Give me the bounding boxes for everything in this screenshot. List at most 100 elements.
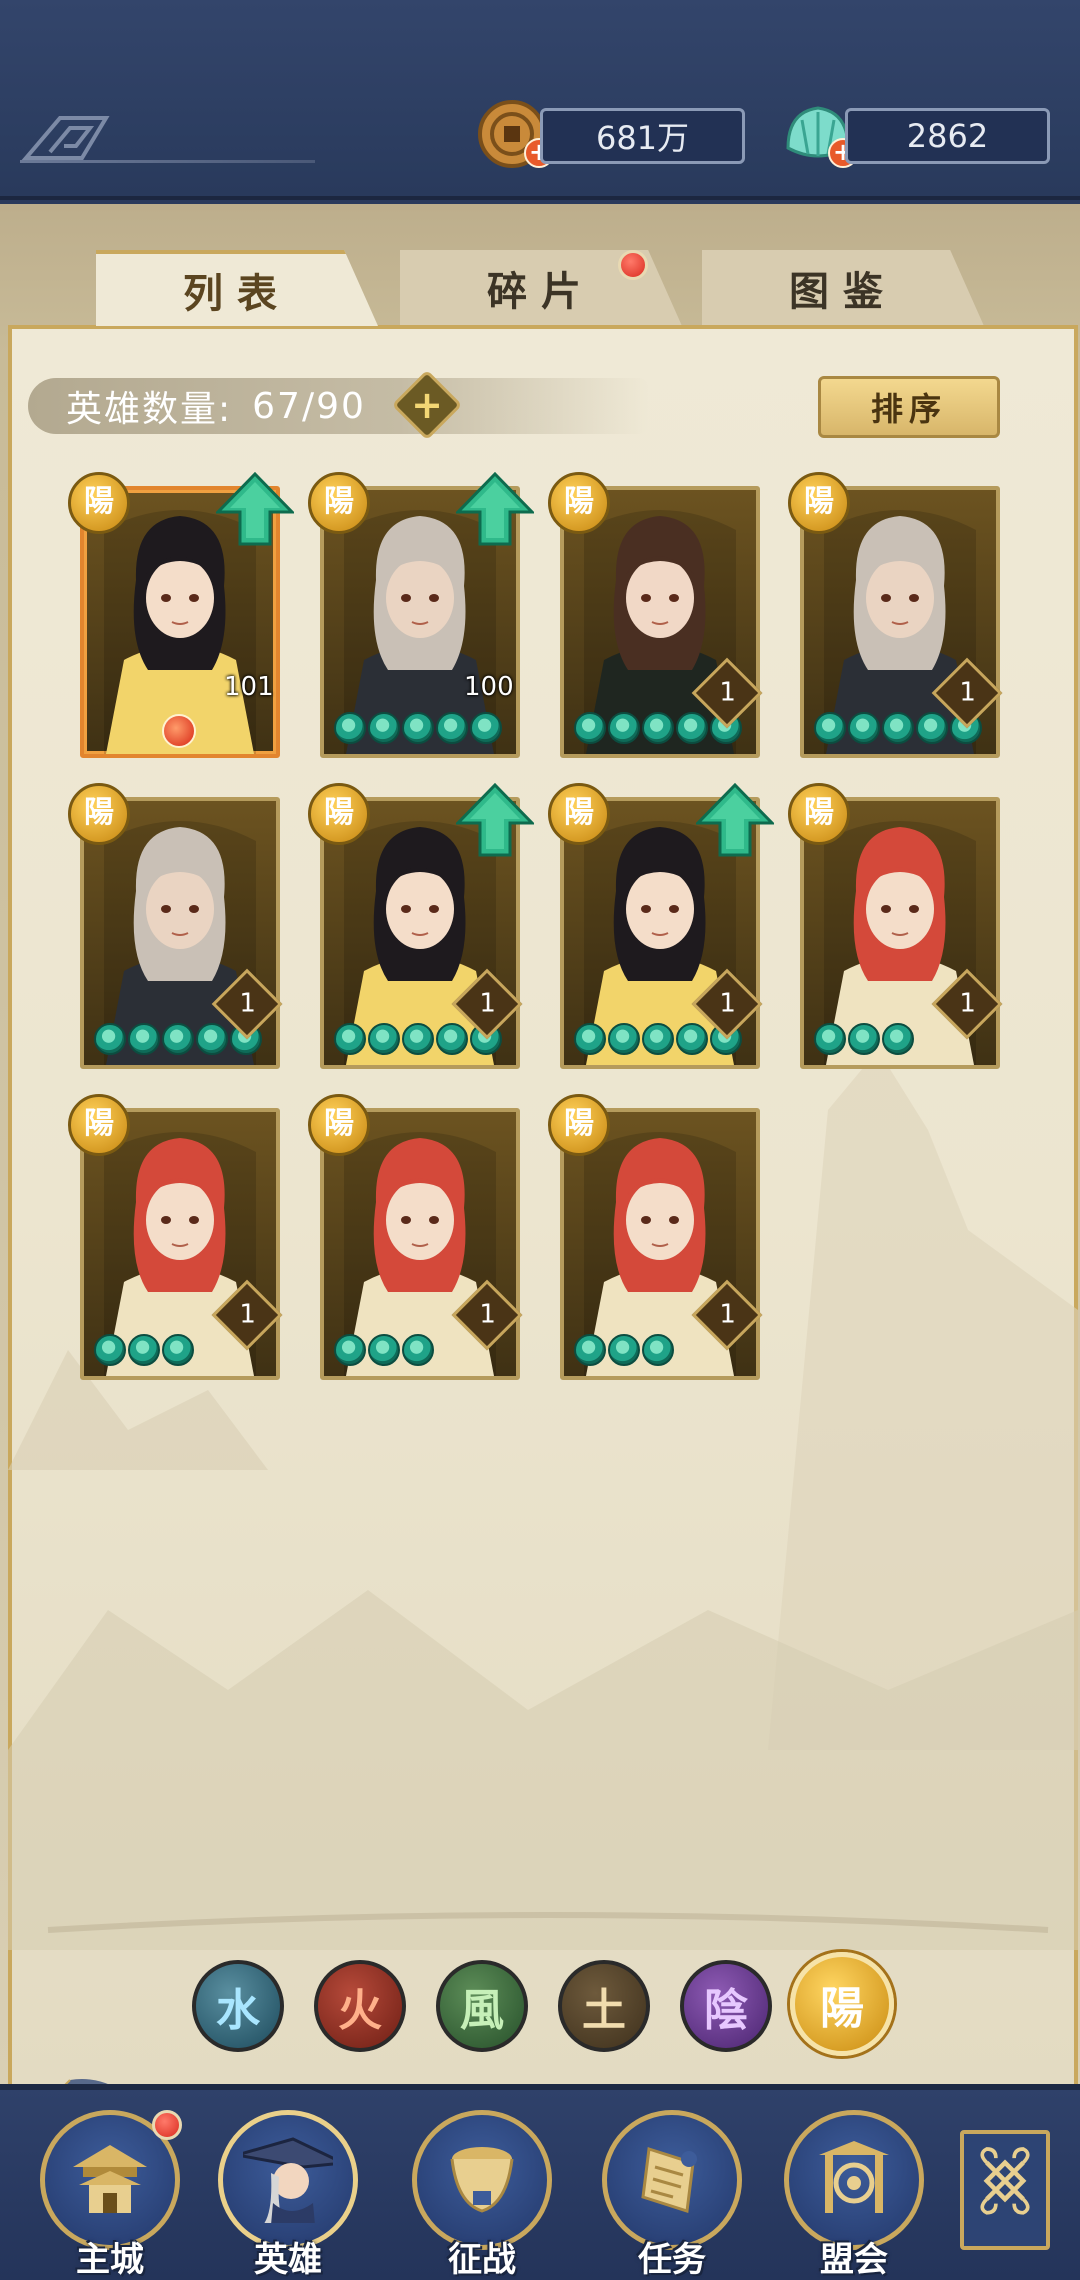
filter-earth-button[interactable]: 土 [558,1960,650,2052]
jade-star-icon [436,712,468,744]
jade-star-icon [814,1023,846,1055]
jade-star-icon [94,1023,126,1055]
fire-element-icon [162,714,196,748]
filter-wind-button[interactable]: 風 [436,1960,528,2052]
jade-star-icon [642,1334,674,1366]
jade-star-icon [574,1334,606,1366]
yang-faction-badge: 陽 [308,472,370,534]
upgrade-arrow-icon [456,472,534,546]
coins-display: 681万 [540,108,745,164]
jade-star-icon [642,712,674,744]
hero-count-label: 英雄数量: [66,389,233,430]
jade-star-icon [608,712,640,744]
jade-star-icon [848,712,880,744]
tab-list-label: 列表 [183,270,291,317]
scroll-task-icon [641,2147,697,2213]
sort-button[interactable]: 排序 [818,376,1000,438]
jade-star-icon [574,712,606,744]
nav-tasks-label: 任务 [638,2240,706,2280]
yang-faction-badge: 陽 [548,783,610,845]
hero-level: 1 [479,988,496,1019]
tab-fragments-label: 碎片 [487,268,595,315]
jade-star-icon [608,1023,640,1055]
hero-star-rating [334,712,502,744]
hero-portrait-icon [243,2137,333,2223]
filter-yang-button[interactable]: 陽 [790,1952,894,2056]
hero-star-rating [94,1334,194,1366]
nav-guild-button[interactable] [784,2110,924,2250]
jade-display: 2862 [845,108,1050,164]
yang-faction-badge: 陽 [788,783,850,845]
jade-star-icon [814,712,846,744]
jade-star-icon [402,712,434,744]
hero-level: 1 [959,677,976,708]
hero-star-rating [334,1334,434,1366]
jade-star-icon [94,1334,126,1366]
upgrade-arrow-icon [456,783,534,857]
nav-campaign-label: 征战 [448,2240,516,2280]
hero-level: 1 [959,988,976,1019]
jade-star-icon [676,1023,708,1055]
jade-star-icon [368,1023,400,1055]
jade-star-icon [882,712,914,744]
jade-star-icon [916,712,948,744]
nav-campaign-button[interactable] [412,2110,552,2250]
tab-list[interactable]: 列表 [96,250,378,326]
hero-count: 英雄数量: 67/90 [66,380,366,432]
hero-level: 1 [719,1299,736,1330]
hero-star-rating [814,1023,914,1055]
filter-fire-label: 火 [338,1985,382,2036]
filter-water-button[interactable]: 水 [192,1960,284,2052]
jade-star-icon [162,1023,194,1055]
nav-heroes-label: 英雄 [254,2240,322,2280]
yang-faction-badge: 陽 [68,472,130,534]
yang-faction-badge: 陽 [548,472,610,534]
tab-collection[interactable]: 图鉴 [702,250,984,326]
filter-yang-label: 陽 [820,1983,864,2034]
jade-value: 2862 [906,117,989,155]
filter-yin-label: 陰 [704,1985,748,2036]
coins-value: 681万 [595,119,690,157]
more-menu-button[interactable] [960,2130,1050,2250]
jade-star-icon [196,1023,228,1055]
hero-star-rating [574,1334,674,1366]
nav-main-city-label: 主城 [76,2240,144,2280]
fragments-notification-dot [618,250,648,280]
jade-star-icon [402,1023,434,1055]
tab-collection-label: 图鉴 [789,268,897,315]
nav-guild-label: 盟会 [820,2240,888,2280]
jade-star-icon [608,1334,640,1366]
upgrade-arrow-icon [216,472,294,546]
jade-star-icon [676,712,708,744]
cloud-pattern-icon [21,116,110,160]
jade-star-icon [574,1023,606,1055]
yang-faction-badge: 陽 [788,472,850,534]
hero-count-value: 67/90 [252,385,366,427]
filter-fire-button[interactable]: 火 [314,1960,406,2052]
jade-star-icon [882,1023,914,1055]
yang-faction-badge: 陽 [68,1094,130,1156]
yang-faction-badge: 陽 [548,1094,610,1156]
hero-level: 101 [224,672,274,702]
upgrade-arrow-icon [696,783,774,857]
hero-level: 1 [239,988,256,1019]
palace-icon [73,2145,147,2213]
yang-faction-badge: 陽 [308,783,370,845]
jade-star-icon [402,1334,434,1366]
filter-wind-label: 風 [460,1985,504,2036]
knot-pattern-icon [980,2147,1030,2215]
jade-star-icon [334,1334,366,1366]
yang-faction-badge: 陽 [308,1094,370,1156]
jade-star-icon [436,1023,468,1055]
jade-star-icon [368,1334,400,1366]
header-divider [20,160,315,163]
nav-heroes-button[interactable] [218,2110,358,2250]
hero-level: 100 [464,672,514,702]
filter-yin-button[interactable]: 陰 [680,1960,772,2052]
jade-star-icon [162,1334,194,1366]
jade-star-icon [128,1023,160,1055]
hero-level: 1 [719,988,736,1019]
nav-tasks-button[interactable] [602,2110,742,2250]
yang-faction-badge: 陽 [68,783,130,845]
jade-star-icon [128,1334,160,1366]
